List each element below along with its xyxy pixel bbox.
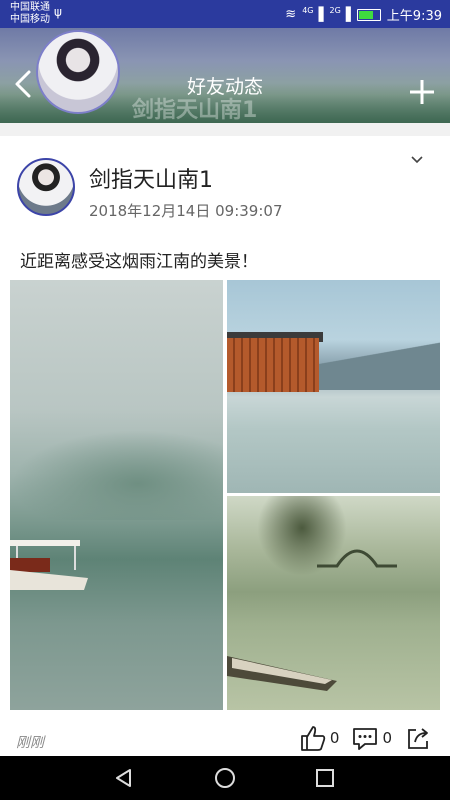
post-username[interactable]: 剑指天山南1 xyxy=(89,162,213,194)
comment-icon xyxy=(353,728,378,750)
comment-button[interactable]: 0 xyxy=(351,724,392,752)
post-timestamp: 2018年12月14日 09:39:07 xyxy=(89,202,283,220)
post-photo-2[interactable] xyxy=(227,280,440,493)
section-divider xyxy=(0,123,450,136)
like-count: 0 xyxy=(329,729,340,747)
photo-mountains xyxy=(307,340,440,390)
thumbs-up-icon xyxy=(301,726,326,751)
status-right: ≋ 4G▐ 2G▐ 上午9:39 xyxy=(285,5,442,24)
post-text: 近距离感受这烟雨江南的美景！ xyxy=(20,252,258,272)
system-nav-bar xyxy=(0,756,450,800)
carrier-2: 中国移动 xyxy=(10,14,50,25)
header-banner: 剑指天山南1 好友动态 xyxy=(0,28,450,123)
photo-building xyxy=(227,338,319,392)
nav-home-icon[interactable] xyxy=(213,766,237,790)
status-bar: 中国联通 中国移动 ψ ≋ 4G▐ 2G▐ 上午9:39 xyxy=(0,0,450,28)
carrier-info: 中国联通 中国移动 xyxy=(10,2,50,26)
post-photo-3[interactable] xyxy=(227,496,440,710)
share-button[interactable] xyxy=(404,724,432,752)
wifi-icon: ≋ xyxy=(285,7,297,22)
post-relative-time: 刚刚 xyxy=(16,735,44,751)
like-button[interactable]: 0 xyxy=(299,724,340,752)
signal-1-label: 4G xyxy=(302,6,314,16)
usb-icon: ψ xyxy=(54,5,62,19)
comment-count: 0 xyxy=(382,729,392,747)
nav-recents-icon[interactable] xyxy=(313,766,337,790)
battery-fill xyxy=(358,10,373,19)
signal-2-label: 2G xyxy=(329,6,341,16)
boat-illustration xyxy=(10,540,88,590)
add-post-button[interactable] xyxy=(408,78,436,106)
clock: 上午9:39 xyxy=(386,9,442,24)
post-photo-1[interactable] xyxy=(10,280,223,710)
bridge-illustration xyxy=(317,549,397,568)
signal-1: 4G▐ xyxy=(302,6,324,23)
avatar[interactable] xyxy=(17,158,75,216)
share-icon xyxy=(408,728,428,749)
chevron-down-icon[interactable] xyxy=(410,154,424,166)
boat-illustration-2 xyxy=(227,656,337,691)
carrier-1: 中国联通 xyxy=(10,2,50,13)
battery-icon xyxy=(356,8,381,21)
page-title: 好友动态 xyxy=(186,76,263,98)
plus-icon xyxy=(410,80,434,104)
photo-mist xyxy=(10,430,223,520)
nav-back-icon[interactable] xyxy=(112,766,136,790)
post-card: 剑指天山南1 2018年12月14日 09:39:07 近距离感受这烟雨江南的美… xyxy=(0,136,450,756)
post-actions: 0 0 xyxy=(299,724,432,752)
signal-2: 2G▐ xyxy=(329,6,351,23)
